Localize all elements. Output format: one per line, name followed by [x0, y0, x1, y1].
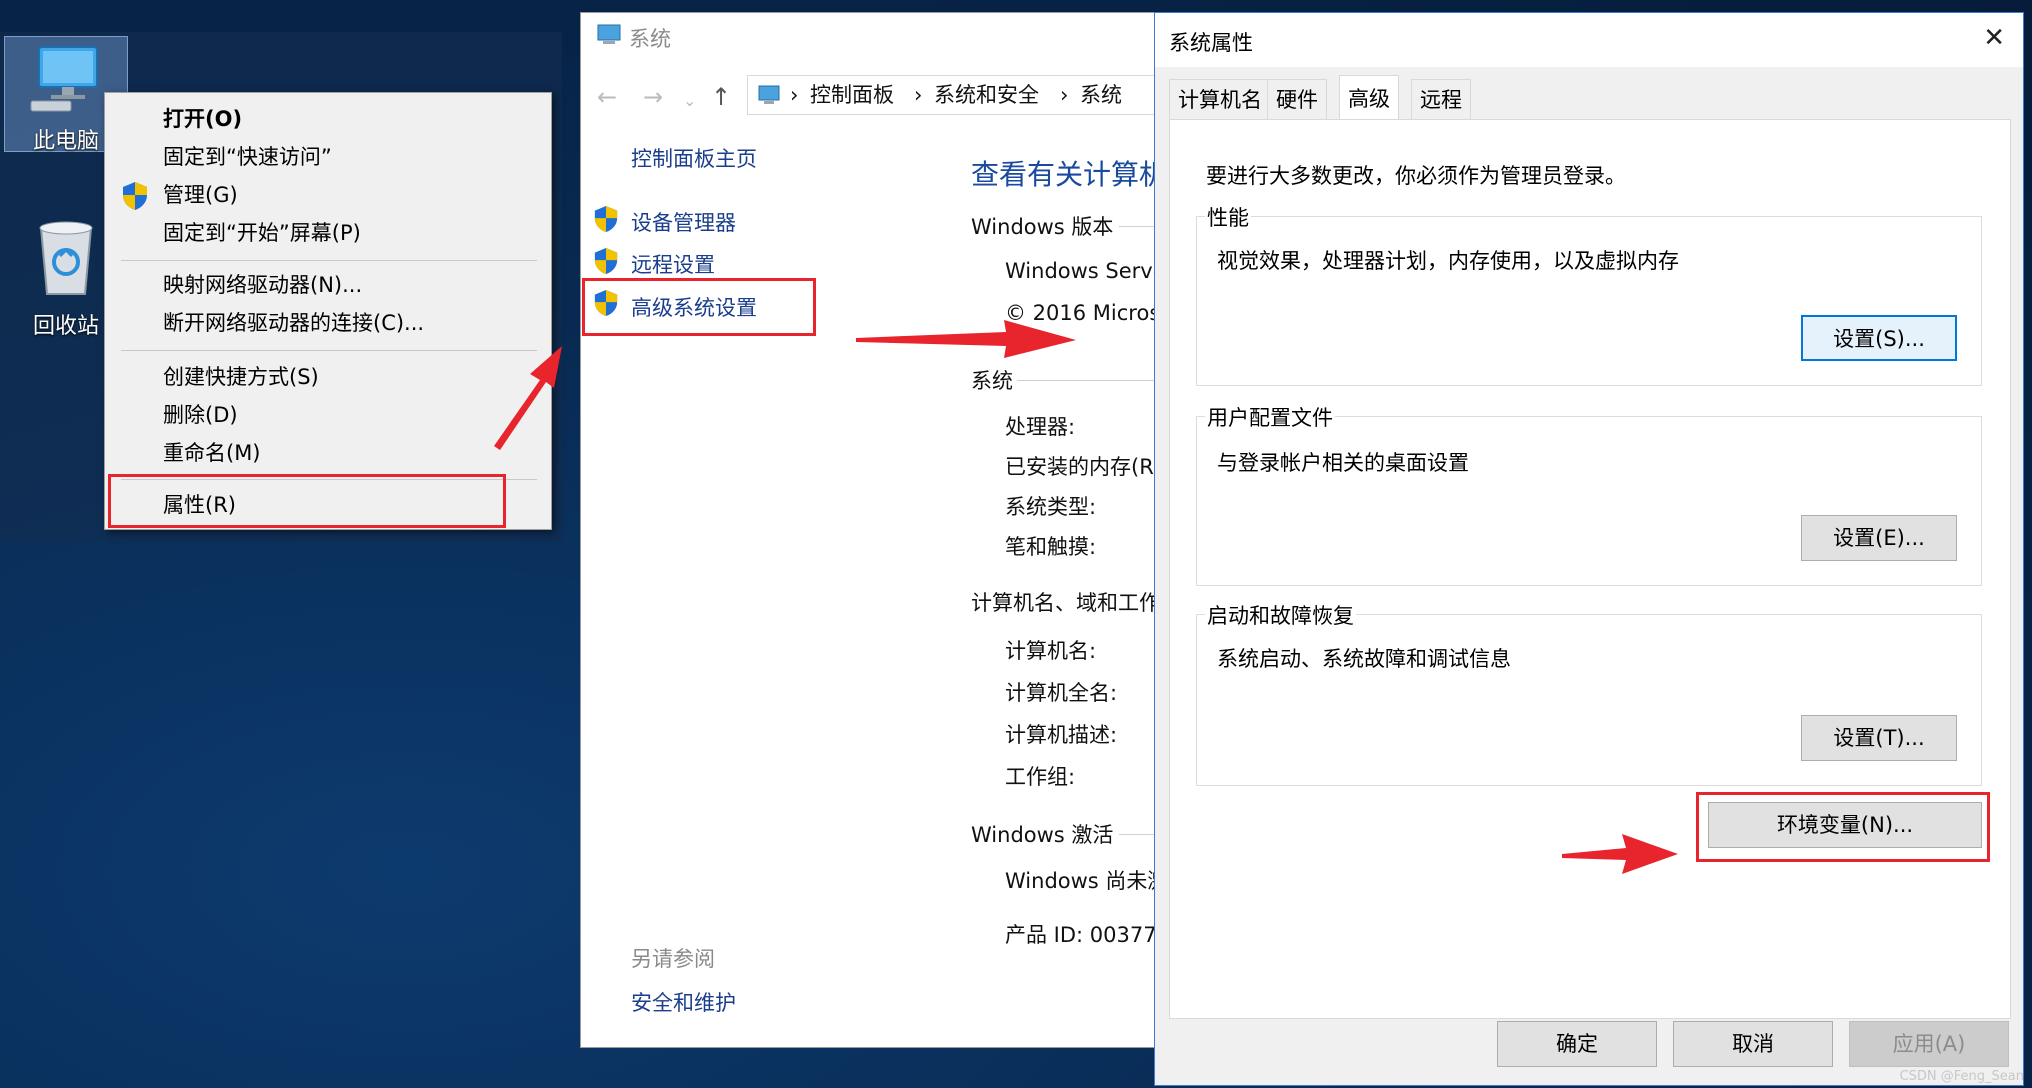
menu-separator	[121, 260, 537, 261]
group-user-profiles: 用户配置文件 与登录帐户相关的桌面设置 设置(E)...	[1196, 402, 1982, 586]
section-divider	[1017, 380, 1159, 381]
address-bar[interactable]: › 控制面板 › 系统和安全 › 系统	[747, 75, 1167, 115]
group-title: 用户配置文件	[1205, 402, 1335, 432]
section-divider	[1119, 834, 1159, 835]
breadcrumb-control-panel[interactable]: 控制面板	[810, 76, 894, 114]
startup-recovery-settings-button[interactable]: 设置(T)...	[1801, 715, 1957, 761]
uac-shield-icon	[594, 206, 618, 232]
uac-shield-icon	[123, 182, 147, 210]
tab-computer-name[interactable]: 计算机名	[1169, 79, 1271, 119]
field-label-pen-touch: 笔和触摸:	[1005, 535, 1097, 559]
sidebar-link-remote-settings[interactable]: 远程设置	[631, 249, 715, 279]
recycle-bin-icon	[39, 221, 93, 295]
sidebar-link-security-maintenance[interactable]: 安全和维护	[631, 987, 736, 1017]
dialog-titlebar: 系统属性 ✕	[1155, 13, 2023, 67]
menu-item-pin-quick-access[interactable]: 固定到“快速访问”	[163, 139, 332, 175]
menu-item-create-shortcut[interactable]: 创建快捷方式(S)	[163, 359, 319, 395]
field-label-computer-description: 计算机描述:	[1005, 723, 1118, 747]
tab-hardware[interactable]: 硬件	[1267, 79, 1327, 119]
control-panel-window: 系统 ← → ⌄ ↑ › 控制面板 › 系统和安全 › 系统 控制面板主页 设备…	[580, 12, 1168, 1048]
tab-remote[interactable]: 远程	[1411, 79, 1471, 119]
computer-icon	[30, 46, 98, 112]
performance-settings-button[interactable]: 设置(S)...	[1801, 315, 1957, 361]
cancel-button[interactable]: 取消	[1673, 1021, 1833, 1067]
context-menu: 打开(O) 固定到“快速访问” 管理(G) 固定到“开始”屏幕(P) 映射网络驱…	[104, 92, 552, 530]
red-arrow	[494, 346, 562, 450]
user-profiles-settings-button[interactable]: 设置(E)...	[1801, 515, 1957, 561]
section-windows-edition: Windows 版本	[971, 215, 1114, 239]
tab-advanced[interactable]: 高级	[1339, 75, 1399, 121]
page-heading: 查看有关计算机	[971, 158, 1168, 191]
group-description: 与登录帐户相关的桌面设置	[1217, 451, 1469, 475]
section-computer-name: 计算机名、域和工作	[971, 591, 1160, 615]
field-label-computer-name: 计算机名:	[1005, 639, 1097, 663]
menu-item-map-network-drive[interactable]: 映射网络驱动器(N)...	[163, 267, 362, 303]
group-description: 视觉效果，处理器计划，内存使用，以及虚拟内存	[1217, 249, 1679, 273]
ok-button[interactable]: 确定	[1497, 1021, 1657, 1067]
watermark: CSDN @Feng_Sean	[1899, 1069, 2024, 1084]
breadcrumb-system-security[interactable]: 系统和安全	[934, 76, 1039, 114]
group-performance: 性能 视觉效果，处理器计划，内存使用，以及虚拟内存 设置(S)...	[1196, 202, 1982, 386]
system-window-icon	[597, 24, 621, 44]
window-title: 系统	[629, 27, 671, 51]
highlight-box-env-vars	[1696, 792, 1990, 862]
menu-item-manage[interactable]: 管理(G)	[163, 177, 238, 213]
up-arrow-icon[interactable]: ↑	[711, 83, 731, 111]
tab-panel-advanced: 要进行大多数更改，你必须作为管理员登录。 性能 视觉效果，处理器计划，内存使用，…	[1169, 119, 2011, 1019]
section-windows-activation: Windows 激活	[971, 823, 1114, 847]
field-label-workgroup: 工作组:	[1005, 765, 1076, 789]
back-arrow-icon[interactable]: ←	[597, 83, 617, 111]
field-label-full-computer-name: 计算机全名:	[1005, 681, 1118, 705]
dialog-title: 系统属性	[1169, 31, 1253, 55]
uac-shield-icon	[594, 248, 618, 274]
section-divider	[1119, 226, 1159, 227]
breadcrumb-sep-icon: ›	[790, 83, 799, 107]
red-arrow	[1562, 834, 1678, 874]
product-id: 产品 ID: 00377-	[1005, 923, 1165, 947]
section-system: 系统	[971, 369, 1013, 393]
breadcrumb-system[interactable]: 系统	[1080, 76, 1122, 114]
group-title: 启动和故障恢复	[1205, 600, 1356, 630]
field-label-system-type: 系统类型:	[1005, 495, 1097, 519]
apply-button[interactable]: 应用(A)	[1849, 1021, 2009, 1067]
menu-item-rename[interactable]: 重命名(M)	[163, 435, 261, 471]
menu-separator	[121, 350, 537, 351]
menu-item-delete[interactable]: 删除(D)	[163, 397, 238, 433]
menu-item-open[interactable]: 打开(O)	[163, 101, 242, 137]
control-panel-icon	[758, 85, 780, 104]
sidebar-link-device-manager[interactable]: 设备管理器	[631, 207, 736, 237]
highlight-box-advanced-settings	[582, 278, 816, 336]
system-properties-dialog: 系统属性 ✕ 计算机名 硬件 高级 远程 要进行大多数更改，你必须作为管理员登录…	[1154, 12, 2024, 1086]
menu-item-pin-start[interactable]: 固定到“开始”屏幕(P)	[163, 215, 361, 251]
group-title: 性能	[1205, 202, 1251, 232]
menu-item-disconnect-network-drive[interactable]: 断开网络驱动器的连接(C)...	[163, 305, 424, 341]
breadcrumb-sep-icon: ›	[1060, 83, 1069, 107]
group-startup-recovery: 启动和故障恢复 系统启动、系统故障和调试信息 设置(T)...	[1196, 600, 1982, 786]
forward-arrow-icon[interactable]: →	[643, 83, 663, 111]
field-label-installed-memory: 已安装的内存(R	[1005, 455, 1154, 479]
recent-dropdown-icon[interactable]: ⌄	[683, 91, 696, 110]
breadcrumb-sep-icon: ›	[914, 83, 923, 107]
highlight-box-properties	[108, 474, 506, 528]
red-arrow	[856, 320, 1076, 358]
admin-notice: 要进行大多数更改，你必须作为管理员登录。	[1206, 164, 1626, 188]
close-icon[interactable]: ✕	[1983, 23, 2005, 53]
sidebar-link-home[interactable]: 控制面板主页	[631, 143, 757, 173]
see-also-label: 另请参阅	[631, 947, 715, 971]
activation-status: Windows 尚未激	[1005, 869, 1169, 893]
group-description: 系统启动、系统故障和调试信息	[1217, 647, 1511, 671]
field-label-processor: 处理器:	[1005, 415, 1076, 439]
edition-name: Windows Serve	[1005, 259, 1166, 283]
